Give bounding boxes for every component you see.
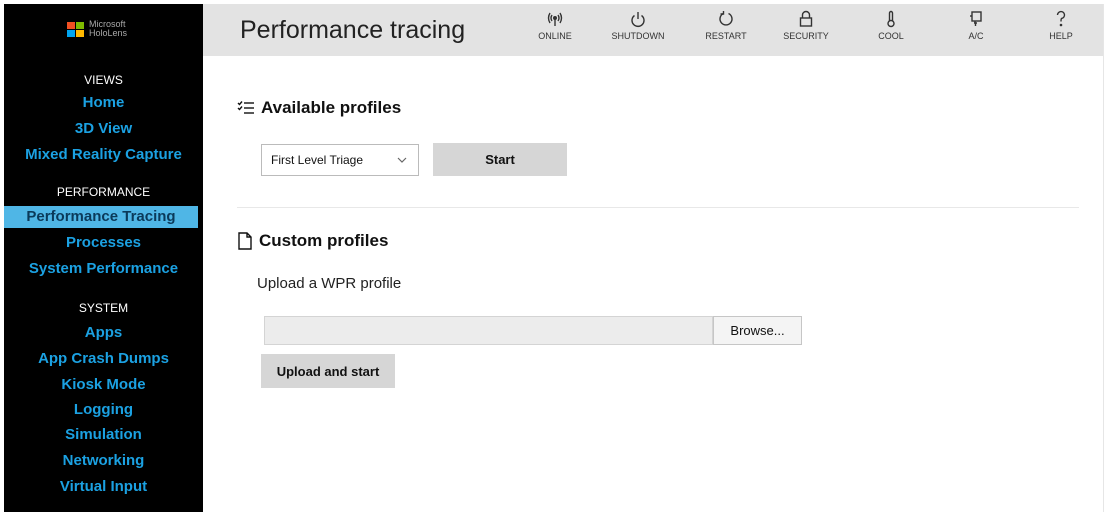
help-icon — [1025, 4, 1097, 30]
restart-label: RESTART — [705, 31, 747, 41]
sidebar-item-apps[interactable]: Apps — [4, 322, 203, 344]
thermometer-icon — [855, 4, 927, 30]
browse-button[interactable]: Browse... — [713, 316, 802, 345]
profile-select-value: First Level Triage — [271, 153, 364, 167]
cool-label: COOL — [878, 31, 904, 41]
sidebar-item-home[interactable]: Home — [4, 92, 203, 114]
nav-section-performance: PERFORMANCE — [56, 185, 151, 199]
power-icon — [602, 4, 674, 30]
restart-button[interactable]: RESTART — [690, 4, 762, 56]
section-divider — [237, 207, 1079, 208]
microsoft-logo-icon — [67, 21, 84, 37]
brand-line-2: HoloLens — [89, 28, 128, 38]
chevron-down-icon — [397, 157, 407, 163]
document-icon — [238, 232, 252, 250]
sidebar: Microsoft HoloLens VIEWS Home 3D View Mi… — [4, 4, 203, 512]
profile-select[interactable]: First Level Triage — [261, 144, 419, 176]
shutdown-button[interactable]: SHUTDOWN — [602, 4, 674, 56]
online-label: ONLINE — [538, 31, 572, 41]
shutdown-label: SHUTDOWN — [611, 31, 665, 41]
restart-icon — [690, 4, 762, 30]
content-border — [1103, 4, 1104, 512]
upload-wpr-label: Upload a WPR profile — [257, 275, 402, 292]
top-bar: Performance tracing ONLINE SHUTDOWN REST… — [203, 4, 1103, 56]
help-label: HELP — [1049, 31, 1073, 41]
online-icon — [519, 4, 591, 30]
ac-button[interactable]: A/C — [940, 4, 1012, 56]
sidebar-item-performance-tracing[interactable]: Performance Tracing — [4, 206, 198, 228]
sidebar-item-kiosk-mode[interactable]: Kiosk Mode — [4, 374, 203, 396]
lock-icon — [770, 4, 842, 30]
ac-label: A/C — [968, 31, 984, 41]
sidebar-item-virtual-input[interactable]: Virtual Input — [4, 476, 203, 498]
custom-profiles-title: Custom profiles — [259, 231, 389, 250]
security-label: SECURITY — [783, 31, 829, 41]
nav-section-system: SYSTEM — [78, 301, 129, 315]
sidebar-item-3d-view[interactable]: 3D View — [4, 118, 203, 140]
upload-and-start-button[interactable]: Upload and start — [261, 354, 395, 388]
file-path-input[interactable] — [264, 316, 713, 345]
checklist-icon — [237, 101, 254, 114]
custom-profiles-heading: Custom profiles — [237, 231, 388, 251]
help-button[interactable]: HELP — [1025, 4, 1097, 56]
online-button[interactable]: ONLINE — [519, 4, 591, 56]
cool-button[interactable]: COOL — [855, 4, 927, 56]
sidebar-item-system-performance[interactable]: System Performance — [4, 258, 203, 280]
page-title: Performance tracing — [240, 16, 466, 44]
sidebar-item-app-crash-dumps[interactable]: App Crash Dumps — [4, 348, 203, 370]
nav-section-views: VIEWS — [84, 73, 123, 87]
available-profiles-title: Available profiles — [261, 98, 402, 117]
hololens-logo: Microsoft HoloLens — [67, 20, 127, 38]
sidebar-item-networking[interactable]: Networking — [4, 450, 203, 472]
sidebar-item-mixed-reality-capture[interactable]: Mixed Reality Capture — [4, 144, 203, 166]
start-button[interactable]: Start — [433, 143, 567, 176]
plug-icon — [940, 4, 1012, 30]
sidebar-item-simulation[interactable]: Simulation — [4, 424, 203, 446]
sidebar-item-logging[interactable]: Logging — [4, 399, 203, 421]
security-button[interactable]: SECURITY — [770, 4, 842, 56]
sidebar-item-processes[interactable]: Processes — [4, 232, 203, 254]
available-profiles-heading: Available profiles — [237, 98, 401, 118]
